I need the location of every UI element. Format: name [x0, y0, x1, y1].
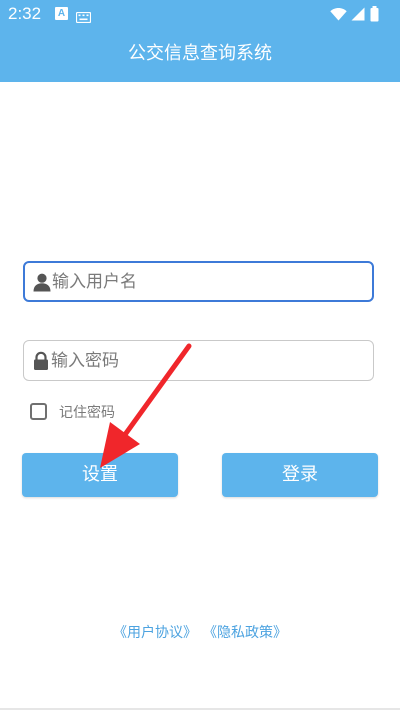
login-screen: 2:32 A 公交信息查询系统 输入用户名 记住密码 设置 登录 《用户协议》 … [0, 0, 400, 710]
battery-icon [370, 6, 379, 22]
username-input[interactable] [52, 263, 367, 300]
username-field[interactable] [23, 261, 374, 302]
password-field[interactable] [23, 340, 374, 381]
user-agreement-link[interactable]: 《用户协议》 [113, 625, 197, 641]
password-input[interactable] [51, 341, 366, 380]
lock-icon [34, 351, 48, 370]
footer-links: 《用户协议》 《隐私政策》 [0, 623, 400, 643]
a-notification-icon: A [55, 7, 68, 20]
user-icon [33, 273, 51, 291]
status-time: 2:32 [8, 4, 42, 23]
status-bar: 2:32 A [0, 0, 400, 28]
signal-icon [351, 7, 365, 21]
remember-password-label: 记住密码 [59, 405, 115, 421]
remember-password-checkbox[interactable] [30, 403, 47, 420]
keyboard-icon [75, 8, 92, 27]
privacy-policy-link[interactable]: 《隐私政策》 [203, 625, 287, 641]
wifi-icon [330, 8, 347, 21]
login-button[interactable]: 登录 [222, 453, 378, 497]
settings-button[interactable]: 设置 [22, 453, 178, 497]
status-icons [330, 5, 390, 23]
app-bar: 公交信息查询系统 [0, 28, 400, 82]
page-title: 公交信息查询系统 [128, 43, 272, 64]
